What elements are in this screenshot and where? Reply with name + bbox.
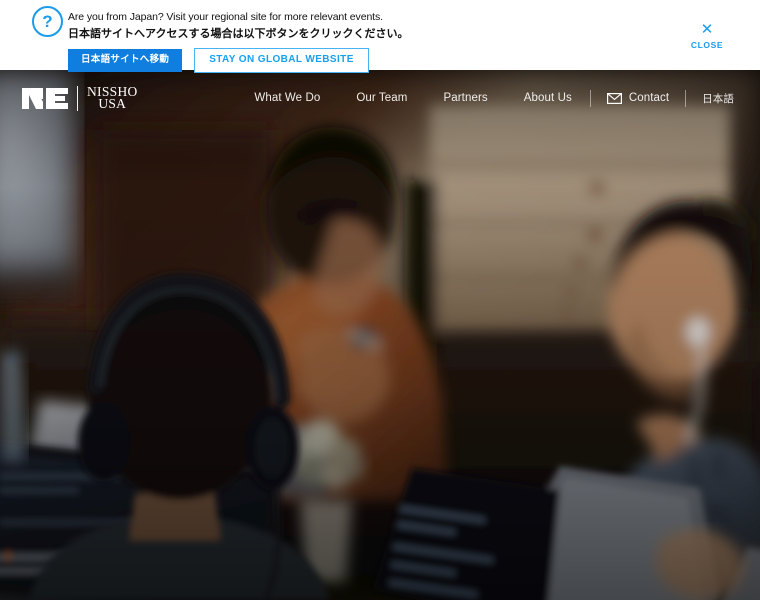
nav-item-about-us[interactable]: About Us [506, 92, 590, 104]
nav-item-what-we-do[interactable]: What We Do [236, 92, 338, 104]
banner-message-english: Are you from Japan? Visit your regional … [68, 11, 383, 23]
go-to-japanese-site-button[interactable]: 日本語サイトへ移動 [68, 49, 183, 72]
nav-item-partners[interactable]: Partners [425, 92, 505, 104]
close-icon: ✕ [700, 21, 714, 38]
banner-close-button[interactable]: ✕ CLOSE [684, 22, 730, 50]
main-navigation: What We Do Our Team Partners About Us Co… [236, 89, 738, 107]
region-redirect-banner: ? Are you from Japan? Visit your regiona… [0, 0, 760, 73]
hero-background-photo [0, 70, 760, 600]
nav-item-our-team[interactable]: Our Team [338, 92, 425, 104]
page-root: NISSHO USA What We Do Our Team Partners … [0, 0, 760, 600]
nc-monogram-icon [22, 87, 68, 109]
banner-button-group: 日本語サイトへ移動 STAY ON GLOBAL WEBSITE [68, 48, 760, 73]
logo-wordmark: NISSHO USA [87, 85, 138, 111]
banner-message-block: Are you from Japan? Visit your regional … [68, 7, 760, 42]
banner-message-japanese: 日本語サイトへアクセスする場合は以下ボタンをクリックください。 [68, 28, 409, 40]
stay-on-global-website-button[interactable]: STAY ON GLOBAL WEBSITE [194, 48, 369, 73]
question-circle-icon: ? [32, 6, 63, 37]
nav-item-contact[interactable]: Contact [591, 92, 685, 104]
nav-item-language-japanese[interactable]: 日本語 [686, 91, 738, 106]
banner-close-label: CLOSE [690, 40, 724, 50]
nav-contact-label: Contact [628, 92, 670, 104]
mail-icon [606, 92, 622, 104]
logo-line-2: USA [98, 96, 127, 111]
logo-divider [77, 85, 78, 111]
site-logo[interactable]: NISSHO USA [22, 85, 138, 111]
site-header: NISSHO USA What We Do Our Team Partners … [0, 70, 760, 126]
hero-section [0, 70, 760, 600]
